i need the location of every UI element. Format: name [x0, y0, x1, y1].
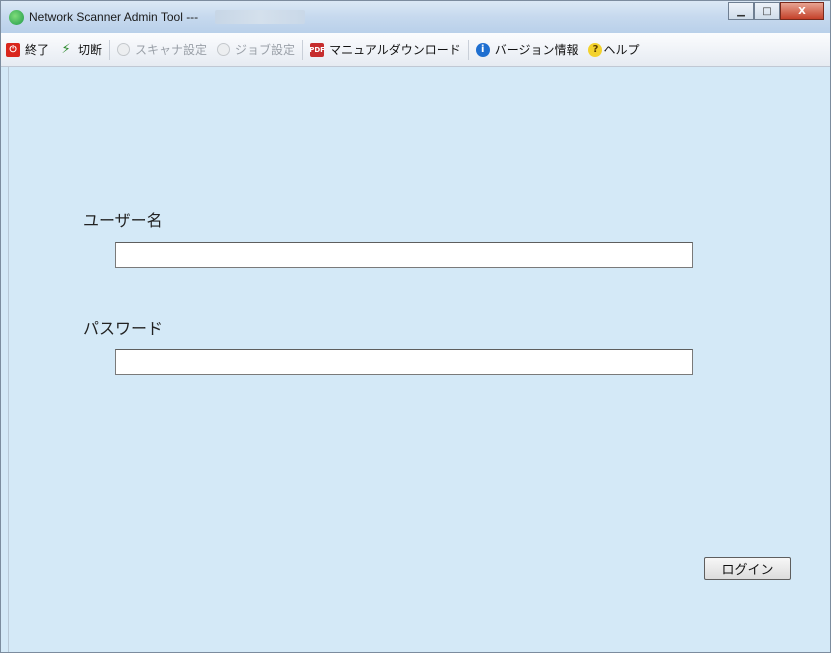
title-bar[interactable]: Network Scanner Admin Tool --- ▁ □ X [1, 1, 830, 33]
app-window: Network Scanner Admin Tool --- ▁ □ X ⏻ 終… [0, 0, 831, 653]
disconnect-icon: ⚡ [61, 41, 71, 57]
minimize-button[interactable]: ▁ [728, 2, 754, 20]
toolbar-scanner-settings-label: スキャナ設定 [135, 43, 208, 57]
toolbar-disconnect-label: 切断 [78, 43, 103, 57]
password-input[interactable] [115, 349, 693, 375]
username-input[interactable] [115, 242, 693, 268]
toolbar-separator [302, 39, 304, 60]
login-panel: ユーザー名 パスワード ログイン [9, 67, 829, 651]
toolbar-version-info-label: バージョン情報 [494, 43, 579, 57]
toolbar-job-settings-button[interactable]: ジョブ設定 [212, 38, 300, 62]
left-frame-edge [1, 67, 9, 652]
toolbar-help-button[interactable]: ? ヘルプ [583, 38, 644, 62]
pdf-manual-icon: PDF [309, 42, 325, 57]
toolbar-version-info-button[interactable]: i バージョン情報 [471, 38, 584, 62]
exit-icon: ⏻ [6, 42, 20, 57]
job-settings-icon [217, 43, 231, 56]
maximize-button[interactable]: □ [754, 2, 780, 20]
help-icon: ? [588, 42, 603, 57]
app-logo-icon [9, 10, 24, 25]
redacted-host-address [215, 10, 305, 24]
toolbar-scanner-settings-button[interactable]: スキャナ設定 [112, 38, 212, 62]
toolbar-exit-button[interactable]: ⏻ 終了 [1, 38, 54, 62]
toolbar-help-label: ヘルプ [603, 43, 640, 57]
toolbar-job-settings-label: ジョブ設定 [235, 43, 296, 57]
toolbar-exit-label: 終了 [25, 43, 50, 57]
info-icon: i [475, 42, 490, 57]
window-title: Network Scanner Admin Tool --- [29, 10, 199, 24]
username-label: ユーザー名 [83, 211, 163, 230]
close-button[interactable]: X [780, 2, 824, 20]
login-button[interactable]: ログイン [704, 557, 791, 580]
window-controls: ▁ □ X [728, 2, 824, 22]
password-label: パスワード [83, 319, 164, 338]
toolbar-separator [467, 39, 469, 60]
toolbar-separator [109, 39, 111, 60]
scanner-settings-icon [117, 43, 131, 56]
toolbar-manual-download-label: マニュアルダウンロード [329, 43, 461, 57]
toolbar-disconnect-button[interactable]: ⚡ 切断 [54, 38, 107, 62]
toolbar: ⏻ 終了 ⚡ 切断 スキャナ設定 ジョブ設定 PDF マニュアルダウンロード i… [1, 33, 830, 67]
toolbar-manual-download-button[interactable]: PDF マニュアルダウンロード [305, 38, 466, 62]
